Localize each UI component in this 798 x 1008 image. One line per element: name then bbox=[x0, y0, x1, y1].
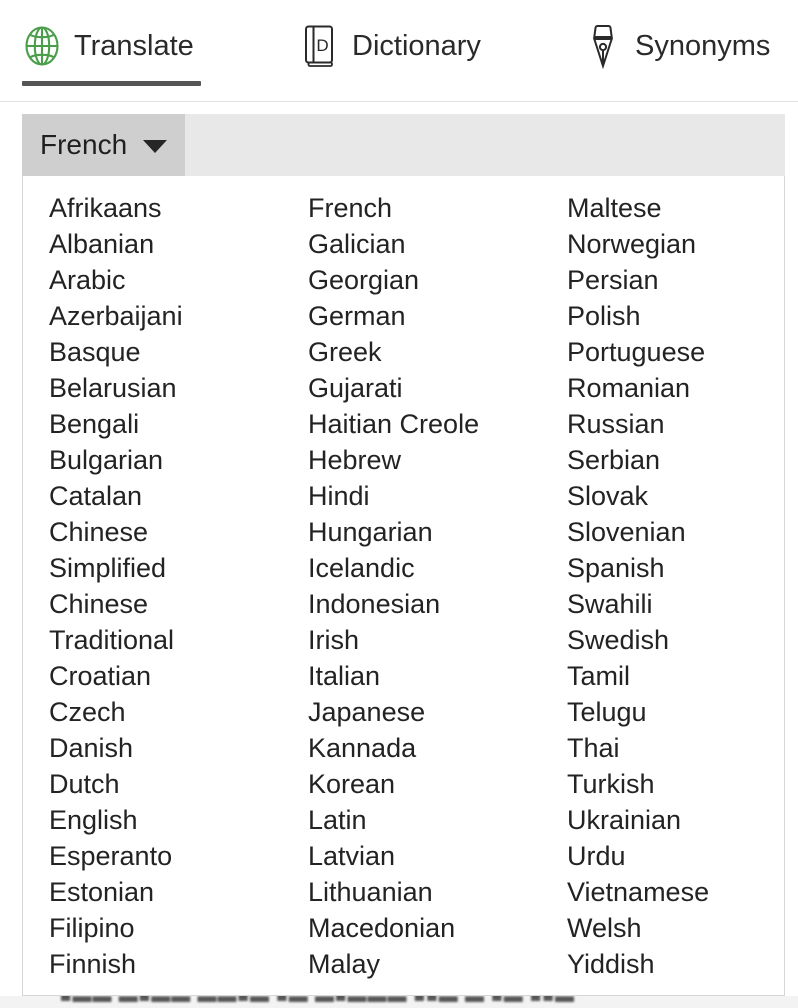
language-select-button[interactable]: French bbox=[22, 114, 185, 176]
language-column-3: Maltese Norwegian Persian Polish Portuguese R… bbox=[541, 190, 784, 995]
top-tab-bar: Translate D Dictionary Synonyms bbox=[0, 0, 798, 102]
tab-translate[interactable]: Translate bbox=[22, 24, 194, 68]
language-option[interactable]: Georgian bbox=[308, 262, 541, 298]
tab-synonyms-label: Synonyms bbox=[635, 29, 771, 62]
book-icon: D bbox=[300, 24, 340, 68]
language-option[interactable]: Norwegian bbox=[567, 226, 784, 262]
language-option[interactable]: Gujarati bbox=[308, 370, 541, 406]
language-option[interactable]: Arabic bbox=[49, 262, 282, 298]
language-option[interactable]: Azerbaijani bbox=[49, 298, 282, 334]
language-option[interactable]: Vietnamese bbox=[567, 874, 784, 910]
language-option[interactable]: Japanese bbox=[308, 694, 541, 730]
language-select-strip: French bbox=[22, 114, 785, 176]
language-select-value: French bbox=[40, 129, 128, 160]
language-option[interactable]: Russian bbox=[567, 406, 784, 442]
language-option[interactable]: Bulgarian bbox=[49, 442, 282, 478]
tab-active-underline bbox=[22, 81, 201, 86]
language-option[interactable]: Macedonian bbox=[308, 910, 541, 946]
language-dropdown-panel: Afrikaans Albanian Arabic Azerbaijani Basque… bbox=[22, 176, 785, 996]
language-option[interactable]: Persian bbox=[567, 262, 784, 298]
background-bleed-text: ■▬▬ ▬■▬▬ ▬▬■▬ ■▬ ▬■▬▬▬ ■■▬ ▬ ■▬ ■■▬ bbox=[60, 996, 575, 1007]
language-option[interactable]: Spanish bbox=[567, 550, 784, 586]
language-option[interactable]: Maltese bbox=[567, 190, 784, 226]
language-option[interactable]: Lithuanian bbox=[308, 874, 541, 910]
language-option[interactable]: Slovak bbox=[567, 478, 784, 514]
tab-synonyms[interactable]: Synonyms bbox=[583, 24, 771, 69]
language-option[interactable]: Filipino bbox=[49, 910, 282, 946]
language-option[interactable]: Latin bbox=[308, 802, 541, 838]
language-option[interactable]: Swedish bbox=[567, 622, 784, 658]
language-option[interactable]: Chinese bbox=[49, 586, 282, 622]
language-option[interactable]: Urdu bbox=[567, 838, 784, 874]
language-option[interactable]: Latvian bbox=[308, 838, 541, 874]
language-option[interactable]: Malay bbox=[308, 946, 541, 982]
language-option[interactable]: Ukrainian bbox=[567, 802, 784, 838]
language-option[interactable]: Afrikaans bbox=[49, 190, 282, 226]
language-option[interactable]: Yiddish bbox=[567, 946, 784, 982]
svg-text:D: D bbox=[316, 36, 328, 55]
language-option[interactable]: Slovenian bbox=[567, 514, 784, 550]
language-option[interactable]: Estonian bbox=[49, 874, 282, 910]
tab-translate-label: Translate bbox=[74, 29, 194, 62]
language-option[interactable]: Traditional bbox=[49, 622, 282, 658]
language-option[interactable]: Esperanto bbox=[49, 838, 282, 874]
tab-dictionary-label: Dictionary bbox=[352, 29, 481, 62]
language-column-2: French Galician Georgian German Greek Gujarat… bbox=[282, 190, 541, 995]
language-option[interactable]: French bbox=[308, 190, 541, 226]
language-option[interactable]: English bbox=[49, 802, 282, 838]
language-option[interactable]: Galician bbox=[308, 226, 541, 262]
language-option[interactable]: Danish bbox=[49, 730, 282, 766]
background-page-bleed: ■▬▬ ▬■▬▬ ▬▬■▬ ■▬ ▬■▬▬▬ ■■▬ ▬ ■▬ ■■▬ bbox=[0, 996, 798, 1008]
language-option[interactable]: Irish bbox=[308, 622, 541, 658]
language-option[interactable]: Italian bbox=[308, 658, 541, 694]
language-option[interactable]: Dutch bbox=[49, 766, 282, 802]
language-option[interactable]: Bengali bbox=[49, 406, 282, 442]
language-option[interactable]: Chinese bbox=[49, 514, 282, 550]
language-option[interactable]: Portuguese bbox=[567, 334, 784, 370]
language-option[interactable]: Turkish bbox=[567, 766, 784, 802]
language-option[interactable]: Korean bbox=[308, 766, 541, 802]
language-option[interactable]: Kannada bbox=[308, 730, 541, 766]
language-option[interactable]: German bbox=[308, 298, 541, 334]
language-option[interactable]: Tamil bbox=[567, 658, 784, 694]
language-option[interactable]: Hungarian bbox=[308, 514, 541, 550]
language-option[interactable]: Basque bbox=[49, 334, 282, 370]
language-option[interactable]: Finnish bbox=[49, 946, 282, 982]
tab-dictionary[interactable]: D Dictionary bbox=[300, 24, 481, 68]
language-option[interactable]: Catalan bbox=[49, 478, 282, 514]
language-option[interactable]: Polish bbox=[567, 298, 784, 334]
language-option[interactable]: Swahili bbox=[567, 586, 784, 622]
language-column-1: Afrikaans Albanian Arabic Azerbaijani Basque… bbox=[23, 190, 282, 995]
language-option[interactable]: Indonesian bbox=[308, 586, 541, 622]
language-option[interactable]: Simplified bbox=[49, 550, 282, 586]
language-option[interactable]: Romanian bbox=[567, 370, 784, 406]
language-option[interactable]: Hebrew bbox=[308, 442, 541, 478]
language-option[interactable]: Telugu bbox=[567, 694, 784, 730]
language-option[interactable]: Albanian bbox=[49, 226, 282, 262]
language-option[interactable]: Greek bbox=[308, 334, 541, 370]
language-option[interactable]: Thai bbox=[567, 730, 784, 766]
language-option[interactable]: Croatian bbox=[49, 658, 282, 694]
language-option[interactable]: Welsh bbox=[567, 910, 784, 946]
chevron-down-icon bbox=[143, 140, 168, 153]
language-option[interactable]: Hindi bbox=[308, 478, 541, 514]
language-option[interactable]: Czech bbox=[49, 694, 282, 730]
language-option[interactable]: Serbian bbox=[567, 442, 784, 478]
language-option[interactable]: Belarusian bbox=[49, 370, 282, 406]
globe-icon bbox=[22, 24, 62, 68]
pen-nib-icon bbox=[583, 24, 623, 69]
language-option[interactable]: Icelandic bbox=[308, 550, 541, 586]
language-option[interactable]: Haitian Creole bbox=[308, 406, 541, 442]
